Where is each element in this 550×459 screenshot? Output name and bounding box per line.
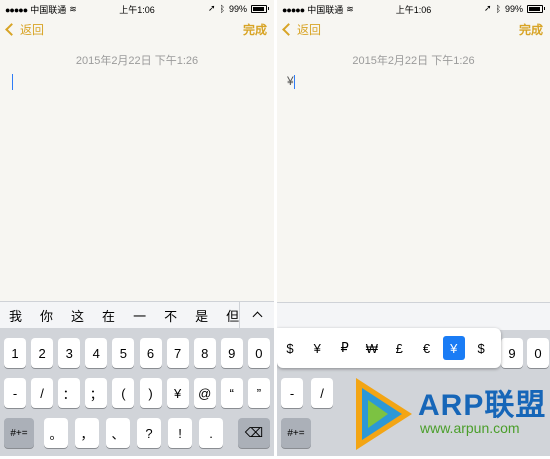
key-0[interactable]: 0 xyxy=(527,338,549,368)
key-7[interactable]: 7 xyxy=(166,338,189,368)
key-symbol-3[interactable]: ： xyxy=(58,378,81,408)
keyboard: 1 2 3 4 5 6 7 8 9 0 - /：；() ¥ @ “” #+= 。，、?!. ⌫ xyxy=(0,328,274,456)
key-punct-2[interactable]: ， xyxy=(75,418,99,448)
brand-text: ARP联盟 xyxy=(418,389,547,422)
location-icon: ➚ xyxy=(484,3,492,13)
status-bar: ●●●●● 中国联通 ≋ 上午1:06 ➚ ᛒ 99% xyxy=(0,0,274,16)
key-9[interactable]: 9 xyxy=(220,338,243,368)
note-text[interactable]: ¥ xyxy=(287,74,295,89)
key-1[interactable]: 1 xyxy=(4,338,26,368)
text-cursor[interactable] xyxy=(12,74,13,90)
play-logo-icon xyxy=(356,378,412,450)
note-date: 2015年2月22日 下午1:26 xyxy=(352,55,475,67)
currency-option-5[interactable]: £ xyxy=(388,336,410,360)
status-bar: ●●●●● 中国联通 ≋ 上午1:06 ➚ ᛒ 99% xyxy=(277,0,550,16)
key-symbol-1[interactable]: - xyxy=(4,378,26,408)
typed-text: ¥ xyxy=(287,74,294,88)
currency-option-7[interactable]: ¥ xyxy=(442,336,465,360)
battery-icon xyxy=(527,4,543,13)
key-symbol-4[interactable]: ； xyxy=(85,378,108,408)
candidate-2[interactable]: 你 xyxy=(40,306,53,325)
key-punct-4[interactable]: ? xyxy=(137,418,161,448)
battery-icon xyxy=(251,4,267,13)
candidate-bar: 我你这在一不是但 xyxy=(0,301,274,328)
key-9[interactable]: 9 xyxy=(501,338,523,368)
done-button[interactable]: 完成 xyxy=(519,21,543,38)
key-symbol-6[interactable]: ) xyxy=(139,378,162,408)
chevron-left-icon xyxy=(5,23,18,36)
currency-option-4[interactable]: ₩ xyxy=(361,336,383,360)
key-8[interactable]: 8 xyxy=(193,338,216,368)
back-button[interactable]: 返回 xyxy=(5,21,45,38)
key-punct-6[interactable]: . xyxy=(199,418,223,448)
key-symbol-10[interactable]: ” xyxy=(247,378,270,408)
key-punct-3[interactable]: 、 xyxy=(106,418,130,448)
key-symbol-2[interactable]: / xyxy=(311,378,333,408)
currency-option-1[interactable]: $ xyxy=(279,336,301,360)
currency-option-2[interactable]: ¥ xyxy=(306,336,328,360)
delete-key[interactable]: ⌫ xyxy=(238,418,270,448)
watermark-logo: ARP联盟 www.arpun.com xyxy=(348,372,548,454)
navigation-bar: 返回 完成 xyxy=(0,18,274,44)
more-symbols-key[interactable]: #+= xyxy=(4,418,34,448)
key-punct-1[interactable]: 。 xyxy=(44,418,68,448)
currency-popup: $ ¥ ₽ ₩ £ € ¥ $ xyxy=(277,328,501,368)
key-symbol-8[interactable]: @ xyxy=(193,378,216,408)
key-symbol-9[interactable]: “ xyxy=(220,378,243,408)
key-6[interactable]: 6 xyxy=(139,338,162,368)
screenshot: ●●●●● 中国联通 ≋ 上午1:06 ➚ ᛒ 99% 返回 完成 2015年2… xyxy=(0,0,550,456)
currency-option-8[interactable]: $ xyxy=(470,336,492,360)
back-button[interactable]: 返回 xyxy=(282,21,322,38)
note-date: 2015年2月22日 下午1:26 xyxy=(75,55,199,67)
key-symbol-2[interactable]: / xyxy=(31,378,54,408)
key-10[interactable]: 0 xyxy=(247,338,270,368)
candidate-3[interactable]: 这 xyxy=(71,306,84,325)
key-symbol-5[interactable]: ( xyxy=(112,378,135,408)
key-2[interactable]: 2 xyxy=(31,338,54,368)
brand-url: www.arpun.com xyxy=(420,420,520,436)
chevron-up-icon xyxy=(252,311,262,322)
candidate-4[interactable]: 在 xyxy=(102,306,115,325)
key-symbol-1[interactable]: - xyxy=(281,378,303,408)
done-button[interactable]: 完成 xyxy=(243,21,267,38)
candidate-1[interactable]: 我 xyxy=(9,306,22,325)
navigation-bar: 返回 完成 xyxy=(277,18,550,44)
candidate-8[interactable]: 但 xyxy=(226,306,239,325)
bluetooth-icon: ᛒ xyxy=(495,3,501,14)
currency-option-6[interactable]: € xyxy=(416,336,438,360)
key-3[interactable]: 3 xyxy=(58,338,81,368)
back-label: 返回 xyxy=(297,23,322,37)
candidate-6[interactable]: 不 xyxy=(164,306,177,325)
candidate-5[interactable]: 一 xyxy=(133,306,146,325)
location-icon: ➚ xyxy=(208,3,216,13)
back-label: 返回 xyxy=(20,23,45,37)
expand-candidates-button[interactable] xyxy=(239,302,274,328)
more-symbols-key[interactable]: #+= xyxy=(281,418,311,448)
key-symbol-7[interactable]: ¥ xyxy=(166,378,189,408)
left-screen: ●●●●● 中国联通 ≋ 上午1:06 ➚ ᛒ 99% 返回 完成 2015年2… xyxy=(0,0,274,456)
key-5[interactable]: 5 xyxy=(112,338,135,368)
chevron-left-icon xyxy=(282,23,295,36)
text-cursor xyxy=(293,74,295,89)
key-punct-5[interactable]: ! xyxy=(168,418,192,448)
battery-percent: 99% xyxy=(228,3,247,14)
bluetooth-icon: ᛒ xyxy=(219,3,225,14)
candidate-7[interactable]: 是 xyxy=(195,306,208,325)
currency-option-3[interactable]: ₽ xyxy=(334,336,356,360)
key-4[interactable]: 4 xyxy=(85,338,108,368)
candidate-bar xyxy=(277,302,550,331)
battery-percent: 99% xyxy=(504,3,523,14)
